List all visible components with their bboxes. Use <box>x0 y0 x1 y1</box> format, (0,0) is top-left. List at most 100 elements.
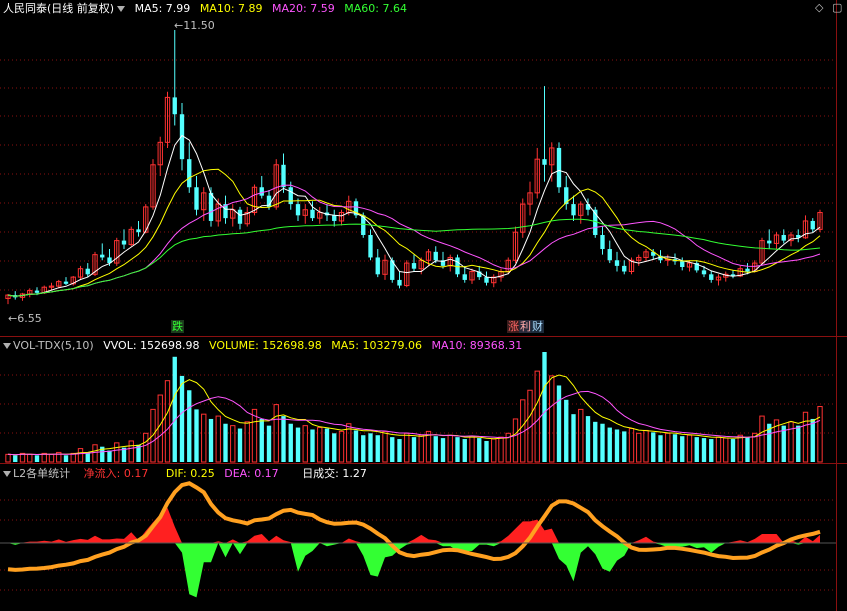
l2-title[interactable]: L2各单统计 <box>13 467 70 480</box>
high-arrow-icon: ← <box>174 19 184 32</box>
volume-bar-down <box>390 437 395 462</box>
volume-bar-down <box>85 452 90 462</box>
volume-bar-up <box>27 453 33 463</box>
diamond-icon[interactable]: ◇ <box>815 1 823 14</box>
volume-bar-down <box>730 439 736 462</box>
event-tag-fall[interactable]: 跌 <box>171 320 184 333</box>
vol-title[interactable]: VOL-TDX(5,10) <box>13 339 94 352</box>
volume-bar-down <box>288 423 293 462</box>
ma60-label: MA60: 7.64 <box>344 2 407 15</box>
volume-bar-up <box>48 453 55 463</box>
candle-body-down <box>462 274 467 280</box>
volume-bar-down <box>680 436 685 462</box>
candle-body-down <box>194 187 199 210</box>
volume-bar-up <box>164 380 171 463</box>
volume-bar-up <box>578 408 584 463</box>
candle-body-down <box>237 209 243 224</box>
volume-bar-down <box>607 427 612 462</box>
volume-bar-down <box>810 418 815 462</box>
volume-bar-up <box>802 411 809 463</box>
candle-body-down <box>622 265 627 272</box>
candle-body-down <box>484 277 489 283</box>
vol-dropdown-icon[interactable] <box>3 343 11 349</box>
volume-bar-up <box>491 438 497 463</box>
volume-bar-up <box>201 413 207 463</box>
volume-bar-down <box>295 427 301 462</box>
chart-canvas <box>0 30 836 598</box>
volume-bar-down <box>796 425 801 462</box>
candle-body-down <box>375 257 380 275</box>
volume-bar-down <box>484 440 489 462</box>
volume-bar-down <box>310 429 315 462</box>
expand-icon[interactable]: ▢ <box>832 1 842 14</box>
dif-label: DIF: 0.25 <box>165 467 215 480</box>
candle-body-down <box>614 260 620 266</box>
candle-body-down <box>680 261 685 268</box>
net-inflow-label: 净流入: 0.17 <box>83 467 149 480</box>
main-header: 人民同泰(日线 前复权) MA5: 7.99 MA10: 7.89 MA20: … <box>0 0 413 17</box>
candle-body-down <box>701 270 707 275</box>
volume-bar-down <box>107 450 112 462</box>
volume-bar-up <box>534 370 540 463</box>
volume-bar-down <box>440 438 446 462</box>
candle-body-down <box>709 274 714 280</box>
volume-bar-up <box>244 421 250 463</box>
volume-bar-up <box>317 427 323 463</box>
low-price-label: ←6.55 <box>8 312 42 325</box>
l2-inflow-area <box>8 507 820 543</box>
candle-body-down <box>810 220 815 230</box>
l2-dropdown-icon[interactable] <box>3 471 11 477</box>
stock-title[interactable]: 人民同泰(日线 前复权) <box>3 2 114 15</box>
candle-body-down <box>34 290 40 293</box>
volume-bar-down <box>223 423 228 462</box>
candle-body-down <box>332 215 337 221</box>
volume-bar-down <box>332 433 337 462</box>
candle-body-down <box>368 234 373 258</box>
chart-stage: 人民同泰(日线 前复权) MA5: 7.99 MA10: 7.89 MA20: … <box>0 0 847 611</box>
volume-bar-up <box>114 442 120 463</box>
volume-bar-up <box>817 406 823 463</box>
event-tag-finance[interactable]: 财 <box>531 320 544 333</box>
candle-body-down <box>556 147 562 188</box>
volume-bar-down <box>172 356 177 462</box>
volume-bar-down <box>433 436 438 462</box>
high-price-label: ←11.50 <box>174 19 215 32</box>
l2-header: L2各单统计 净流入: 0.17 DIF: 0.25 DEA: 0.17 日成交… <box>0 465 373 482</box>
volume-bar-down <box>477 438 482 462</box>
volume-bar-up <box>418 434 424 463</box>
candle-body-down <box>136 229 141 233</box>
title-dropdown-icon[interactable] <box>117 6 126 12</box>
volume-bar-down <box>375 435 380 462</box>
candle-body-down <box>607 249 612 261</box>
volume-bar-down <box>361 435 366 462</box>
volume-bar-down <box>701 438 707 462</box>
volume-bar-up <box>549 375 555 463</box>
volume-bar-down <box>622 431 627 462</box>
volume-bar-down <box>259 418 264 462</box>
candle-body-down <box>259 187 264 196</box>
vol-ma10-label: MA10: 89368.31 <box>431 339 523 352</box>
daily-volume-label: 日成交: 1.27 <box>302 467 367 480</box>
ma20-line <box>7 184 821 297</box>
volume-bar-down <box>266 425 272 462</box>
volume-bar-down <box>542 352 547 462</box>
candle-body-down <box>745 268 750 272</box>
candle-body-down <box>411 263 417 269</box>
volume-bar-down <box>672 434 678 462</box>
volume-bar-down <box>455 437 460 462</box>
volume-bar-down <box>34 455 40 462</box>
candle-body-down <box>208 192 214 221</box>
volume-bar-up <box>143 432 149 463</box>
volume-bar-up <box>338 430 345 463</box>
candle-body-down <box>767 240 772 244</box>
volume-bar-up <box>752 432 758 463</box>
ma5-label: MA5: 7.99 <box>134 2 191 15</box>
volume-bar-down <box>63 455 69 462</box>
volume-bar-down <box>571 414 576 462</box>
vvol-label: VVOL: 152698.98 <box>103 339 200 352</box>
volume-bar-down <box>462 439 467 462</box>
volume-bar-up <box>157 394 163 463</box>
volume-bar-down <box>411 437 417 462</box>
candle-body-down <box>571 204 576 216</box>
low-arrow-icon: ← <box>8 312 18 325</box>
